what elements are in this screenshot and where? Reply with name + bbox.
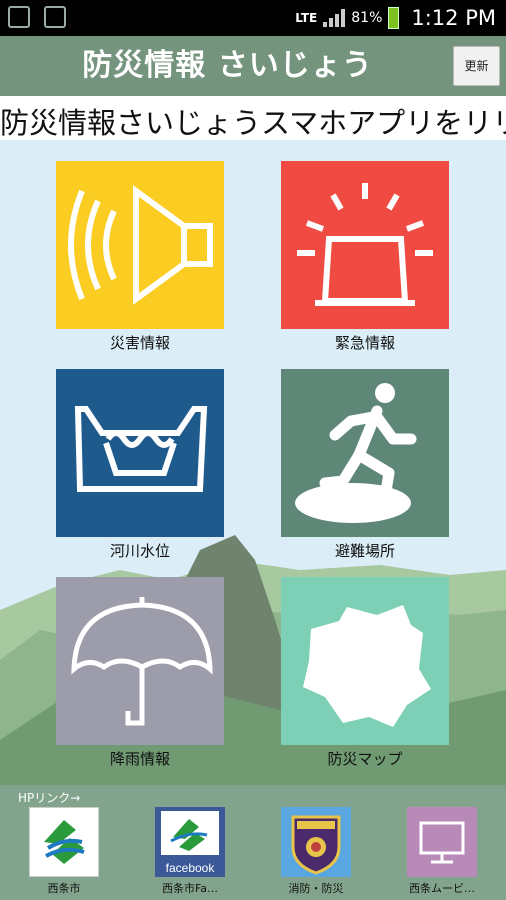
menu-tile-emergency-info[interactable]: 緊急情報 xyxy=(281,161,449,352)
shield-notification-icon xyxy=(8,6,30,28)
app-header: 防災情報 さいじょう 更新 xyxy=(0,36,506,96)
network-type: LTE xyxy=(295,11,318,25)
menu-label: 降雨情報 xyxy=(109,750,170,768)
map-icon xyxy=(303,605,431,727)
status-bar: LTE 81% 1:12 PM xyxy=(0,0,506,36)
hp-links-bar: HPリンク→ 西条市 facebook 西条市Fa… 消防・防災 西条ムービ… xyxy=(0,785,506,900)
battery-percent: 81% xyxy=(351,10,383,26)
facebook-badge-text: facebook xyxy=(165,861,215,875)
menu-tile-disaster-map[interactable]: 防災マップ xyxy=(281,577,449,768)
battery-icon xyxy=(388,7,400,29)
signal-icon xyxy=(323,9,346,27)
refresh-button[interactable]: 更新 xyxy=(453,46,500,86)
link-label: 消防・防災 xyxy=(288,882,344,895)
river-icon xyxy=(74,406,208,492)
evacuation-runner-icon xyxy=(295,383,417,523)
menu-tile-river-level[interactable]: 河川水位 xyxy=(56,369,224,560)
link-saijo-city[interactable]: 西条市 xyxy=(16,807,112,896)
monitor-icon xyxy=(407,807,477,877)
clock: 1:12 PM xyxy=(411,6,496,30)
menu-tile-evacuation-site[interactable]: 避難場所 xyxy=(281,369,449,560)
menu-label: 防災マップ xyxy=(327,750,403,768)
ticker-text: 防災情報さいじょうスマホアプリをリリー xyxy=(0,106,506,140)
link-label: 西条ムービ… xyxy=(409,882,475,895)
link-saijo-facebook[interactable]: facebook 西条市Fa… xyxy=(142,807,238,896)
hp-links-label: HPリンク→ xyxy=(18,791,81,805)
facebook-logo-icon: facebook xyxy=(155,807,225,877)
link-label: 西条市 xyxy=(47,882,81,895)
app-title: 防災情報 さいじょう xyxy=(82,48,373,83)
link-fire-department[interactable]: 消防・防災 xyxy=(268,807,364,896)
link-saijo-movie[interactable]: 西条ムービ… xyxy=(394,807,490,896)
speaker-icon xyxy=(68,185,213,305)
menu-area: 災害情報 緊急情報 河川水位 避難場所 降雨情報 防災マップ xyxy=(0,140,506,785)
saijo-city-logo-icon xyxy=(29,807,99,877)
link-label: 西条市Fa… xyxy=(161,882,219,895)
menu-tile-rainfall-info[interactable]: 降雨情報 xyxy=(56,577,224,768)
umbrella-icon xyxy=(71,597,213,726)
menu-tile-disaster-info[interactable]: 災害情報 xyxy=(56,161,224,352)
menu-label: 河川水位 xyxy=(109,542,170,560)
news-ticker[interactable]: 防災情報さいじょうスマホアプリをリリー xyxy=(0,96,506,140)
menu-label: 緊急情報 xyxy=(334,334,395,352)
menu-label: 避難場所 xyxy=(334,542,395,560)
screenshot-notification-icon xyxy=(44,6,66,28)
menu-label: 災害情報 xyxy=(109,334,170,352)
siren-icon xyxy=(297,183,433,306)
fire-department-emblem-icon xyxy=(281,807,351,877)
